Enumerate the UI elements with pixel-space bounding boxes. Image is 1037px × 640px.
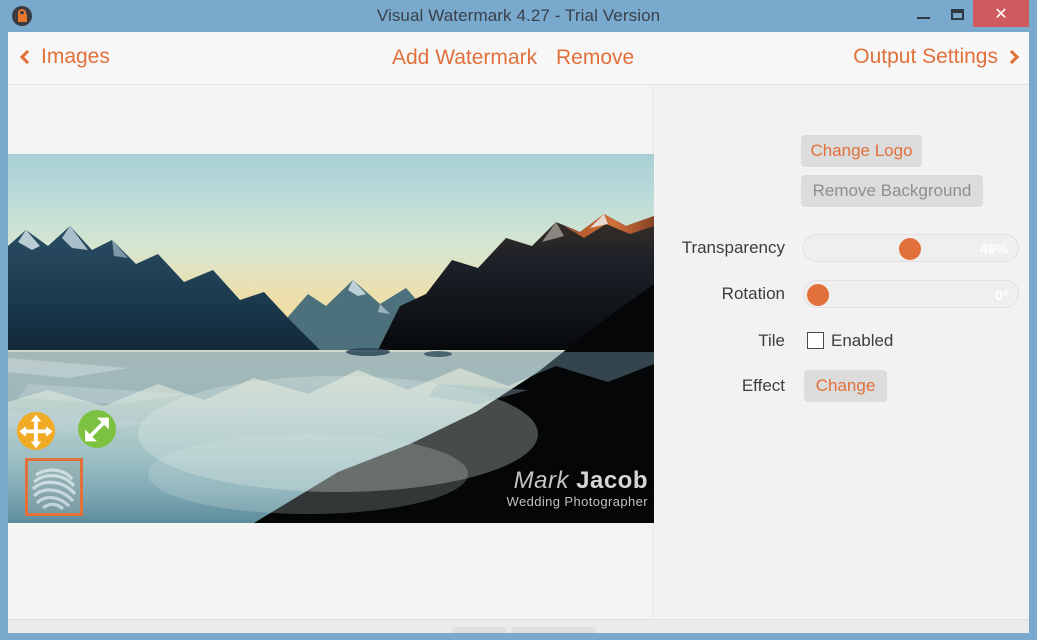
title-bar: Visual Watermark 4.27 - Trial Version ✕ <box>0 0 1037 32</box>
nav-remove-label: Remove <box>556 46 635 69</box>
buy-button[interactable]: Buy <box>452 627 507 633</box>
effect-row: Effect Change <box>655 369 1029 403</box>
minimize-button[interactable] <box>905 0 941 28</box>
nav-add-watermark-label: Add Watermark <box>392 46 538 69</box>
transparency-label: Transparency <box>681 238 785 257</box>
application-window: Visual Watermark 4.27 - Trial Version ✕ … <box>0 0 1037 640</box>
change-logo-button[interactable]: Change Logo <box>801 135 922 167</box>
close-button[interactable]: ✕ <box>973 0 1029 27</box>
activate-button[interactable]: Activate <box>511 627 596 633</box>
rotation-row: Rotation 0º <box>655 277 1029 311</box>
transparency-row: Transparency 49% <box>655 231 1029 265</box>
globe-logo-watermark[interactable] <box>25 458 83 516</box>
minimize-icon <box>916 17 930 19</box>
transparency-slider-knob[interactable] <box>899 238 921 260</box>
client-area: Images Add Watermark Remove Output Setti… <box>8 32 1029 633</box>
rotation-slider-knob[interactable] <box>807 284 829 306</box>
tile-row: Tile Enabled <box>655 324 1029 358</box>
tile-enabled-checkbox[interactable] <box>807 332 824 349</box>
maximize-button[interactable] <box>941 0 973 28</box>
tile-label: Tile <box>758 331 785 350</box>
transparency-value: 49% <box>979 241 1008 257</box>
rotation-value: 0º <box>995 287 1008 303</box>
rotation-label: Rotation <box>721 284 785 303</box>
transparency-slider[interactable]: 49% <box>803 234 1019 262</box>
resize-handle[interactable] <box>78 410 116 448</box>
nav-add-watermark[interactable]: Add Watermark <box>392 46 537 70</box>
chevron-right-icon <box>1004 49 1020 65</box>
maximize-icon <box>950 8 964 20</box>
nav-back-label: Images <box>41 45 110 68</box>
globe-logo-icon <box>28 461 80 513</box>
effect-change-button[interactable]: Change <box>804 370 887 402</box>
nav-remove[interactable]: Remove <box>556 46 634 70</box>
chevron-left-icon <box>19 49 35 65</box>
preview-pane: Mark Jacob Wedding Photographer <box>8 86 654 618</box>
nav-back-images[interactable]: Images <box>19 45 110 69</box>
nav-output-settings[interactable]: Output Settings <box>853 45 1020 69</box>
effect-label: Effect <box>741 376 785 395</box>
nav-output-settings-label: Output Settings <box>853 45 998 68</box>
close-icon: ✕ <box>994 5 1008 23</box>
photo-preview[interactable]: Mark Jacob Wedding Photographer <box>8 154 654 523</box>
tile-enabled-label: Enabled <box>831 331 894 350</box>
bottom-bar: Buy Activate Help <box>8 619 1029 633</box>
move-handle[interactable] <box>17 412 55 450</box>
rotation-slider[interactable]: 0º <box>803 280 1019 308</box>
navigation-bar: Images Add Watermark Remove Output Setti… <box>8 32 1029 85</box>
remove-background-button[interactable]: Remove Background <box>801 175 983 207</box>
resize-arrows-icon <box>85 417 109 441</box>
window-title: Visual Watermark 4.27 - Trial Version <box>376 6 661 25</box>
settings-pane: Change Logo Remove Background Transparen… <box>655 86 1029 618</box>
